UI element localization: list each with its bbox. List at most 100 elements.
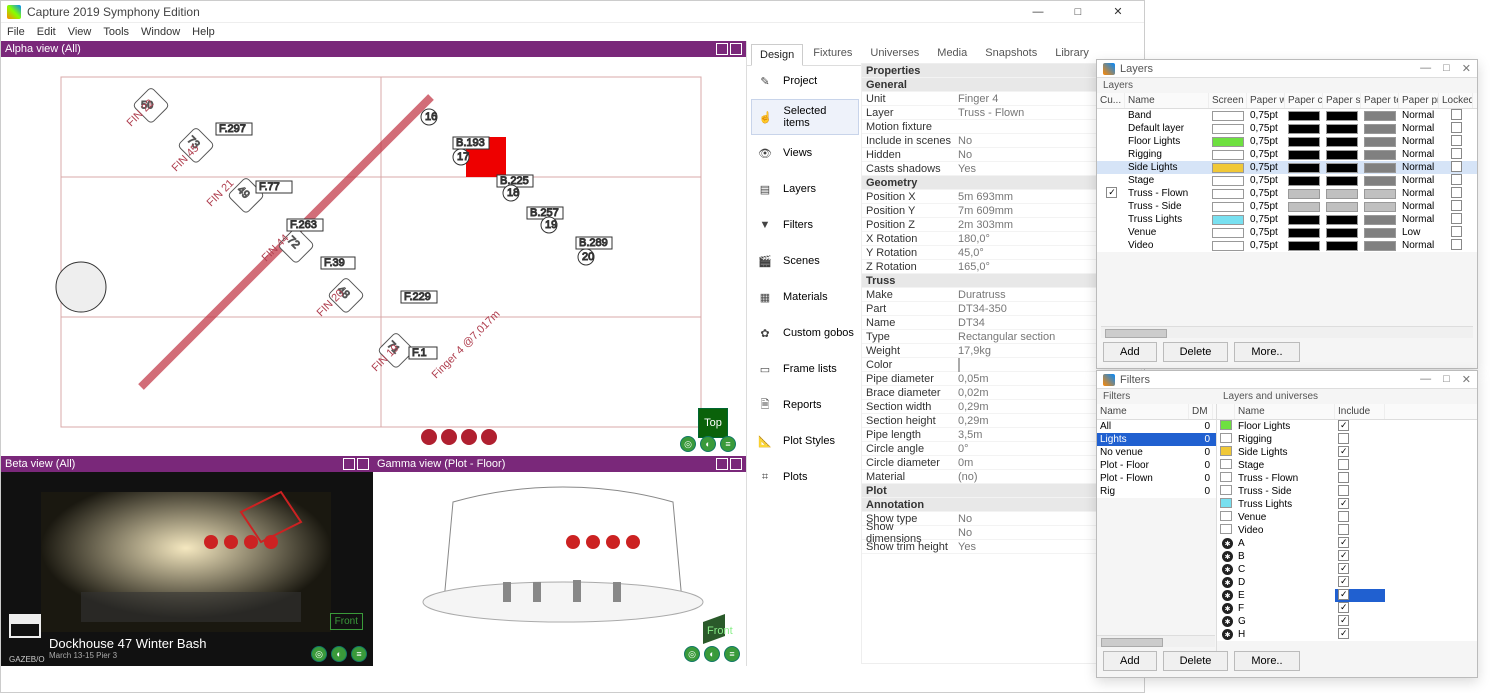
- nav-framelists[interactable]: ▭Frame lists: [751, 351, 859, 387]
- layers-col-header[interactable]: Name: [1125, 93, 1209, 108]
- filter-universe-row[interactable]: Floor Lights: [1217, 420, 1477, 433]
- paper-stroke-swatch[interactable]: [1326, 228, 1358, 238]
- tab-library[interactable]: Library: [1047, 43, 1097, 65]
- include-checkbox[interactable]: [1338, 511, 1349, 522]
- menu-file[interactable]: File: [7, 26, 25, 38]
- screen-color-swatch[interactable]: [1212, 202, 1244, 212]
- paper-color-swatch[interactable]: [1288, 189, 1320, 199]
- paper-text-swatch[interactable]: [1364, 111, 1396, 121]
- paper-color-swatch[interactable]: [1288, 228, 1320, 238]
- locked-checkbox[interactable]: [1451, 187, 1462, 198]
- layers-col-header[interactable]: Paper s...: [1323, 93, 1361, 108]
- filter-universe-row[interactable]: Side Lights: [1217, 446, 1477, 459]
- filter-universe-row[interactable]: ✱E: [1217, 589, 1477, 602]
- paper-text-swatch[interactable]: [1364, 241, 1396, 251]
- screen-color-swatch[interactable]: [1212, 189, 1244, 199]
- filter-row[interactable]: Rig0: [1097, 485, 1216, 498]
- include-checkbox[interactable]: [1338, 472, 1349, 483]
- filter-row[interactable]: No venue0: [1097, 446, 1216, 459]
- gamma-canvas[interactable]: Front ◎ ◐ ≡: [373, 472, 746, 666]
- filters-col-header[interactable]: Name: [1235, 404, 1335, 419]
- filter-row[interactable]: Plot - Flown0: [1097, 472, 1216, 485]
- view-tool-button[interactable]: ◐: [331, 646, 347, 662]
- nav-project[interactable]: ✎Project: [751, 63, 859, 99]
- layers-titlebar[interactable]: Layers —□✕: [1097, 60, 1477, 78]
- paper-text-swatch[interactable]: [1364, 189, 1396, 199]
- close-button[interactable]: ✕: [1462, 373, 1471, 386]
- view-tool-button[interactable]: ≡: [351, 646, 367, 662]
- include-checkbox[interactable]: [1338, 433, 1349, 444]
- layer-row[interactable]: Venue0,75ptLow: [1097, 226, 1477, 239]
- screen-color-swatch[interactable]: [1212, 163, 1244, 173]
- filters-col-header[interactable]: DM: [1189, 404, 1213, 419]
- nav-views[interactable]: 👁Views: [751, 135, 859, 171]
- add-button[interactable]: Add: [1103, 342, 1157, 362]
- tab-universes[interactable]: Universes: [862, 43, 927, 65]
- layer-row[interactable]: Band0,75ptNormal: [1097, 109, 1477, 122]
- filter-universe-row[interactable]: Stage: [1217, 459, 1477, 472]
- include-checkbox[interactable]: [1338, 524, 1349, 535]
- nav-plots[interactable]: ⌗Plots: [751, 459, 859, 495]
- locked-checkbox[interactable]: [1451, 200, 1462, 211]
- locked-checkbox[interactable]: [1451, 226, 1462, 237]
- paper-color-swatch[interactable]: [1288, 137, 1320, 147]
- layers-col-header[interactable]: Locked: [1439, 93, 1473, 108]
- paper-text-swatch[interactable]: [1364, 137, 1396, 147]
- filter-universe-row[interactable]: ✱C: [1217, 563, 1477, 576]
- menu-help[interactable]: Help: [192, 26, 215, 38]
- filter-universe-row[interactable]: ✱A: [1217, 537, 1477, 550]
- paper-stroke-swatch[interactable]: [1326, 150, 1358, 160]
- layer-row[interactable]: Side Lights0,75ptNormal: [1097, 161, 1477, 174]
- include-checkbox[interactable]: [1338, 589, 1349, 600]
- screen-color-swatch[interactable]: [1212, 215, 1244, 225]
- include-checkbox[interactable]: [1338, 485, 1349, 496]
- filter-universe-row[interactable]: Truss - Side: [1217, 485, 1477, 498]
- layers-col-header[interactable]: Paper pr...: [1399, 93, 1439, 108]
- maximize-button[interactable]: □: [1058, 1, 1098, 23]
- beta-canvas[interactable]: Front Dockhouse 47 Winter Bash March 13-…: [1, 472, 373, 666]
- paper-stroke-swatch[interactable]: [1326, 124, 1358, 134]
- paper-color-swatch[interactable]: [1288, 150, 1320, 160]
- paper-color-swatch[interactable]: [1288, 124, 1320, 134]
- filter-universe-row[interactable]: Venue: [1217, 511, 1477, 524]
- layers-col-header[interactable]: Paper w...: [1247, 93, 1285, 108]
- filters-titlebar[interactable]: Filters —□✕: [1097, 371, 1477, 389]
- paper-stroke-swatch[interactable]: [1326, 202, 1358, 212]
- minimize-button[interactable]: —: [1420, 62, 1431, 75]
- filter-universe-row[interactable]: Rigging: [1217, 433, 1477, 446]
- paper-color-swatch[interactable]: [1288, 176, 1320, 186]
- filters-col-header[interactable]: [1217, 404, 1235, 419]
- locked-checkbox[interactable]: [1451, 161, 1462, 172]
- view-tool-button[interactable]: ≡: [724, 646, 740, 662]
- layer-row[interactable]: Floor Lights0,75ptNormal: [1097, 135, 1477, 148]
- paper-color-swatch[interactable]: [1288, 215, 1320, 225]
- layers-col-header[interactable]: Screen c...: [1209, 93, 1247, 108]
- paper-text-swatch[interactable]: [1364, 163, 1396, 173]
- maximize-button[interactable]: □: [1443, 62, 1450, 75]
- view-tool-button[interactable]: ◐: [704, 646, 720, 662]
- paper-color-swatch[interactable]: [1288, 202, 1320, 212]
- orientation-badge[interactable]: Front: [330, 613, 363, 630]
- layers-col-header[interactable]: Cu...: [1097, 93, 1125, 108]
- layer-row[interactable]: Truss - Flown0,75ptNormal: [1097, 187, 1477, 200]
- locked-checkbox[interactable]: [1451, 213, 1462, 224]
- screen-color-swatch[interactable]: [1212, 137, 1244, 147]
- view-toggle-button[interactable]: [357, 458, 369, 470]
- paper-text-swatch[interactable]: [1364, 124, 1396, 134]
- filter-universe-row[interactable]: Video: [1217, 524, 1477, 537]
- include-checkbox[interactable]: [1338, 498, 1349, 509]
- filter-row[interactable]: All0: [1097, 420, 1216, 433]
- view-toggle-button[interactable]: [716, 458, 728, 470]
- paper-text-swatch[interactable]: [1364, 150, 1396, 160]
- nav-selected[interactable]: ☝Selected items: [751, 99, 859, 135]
- include-checkbox[interactable]: [1338, 459, 1349, 470]
- locked-checkbox[interactable]: [1451, 174, 1462, 185]
- nav-materials[interactable]: ▦Materials: [751, 279, 859, 315]
- locked-checkbox[interactable]: [1451, 122, 1462, 133]
- delete-button[interactable]: Delete: [1163, 342, 1229, 362]
- view-tool-button[interactable]: ◎: [680, 436, 696, 452]
- filter-universe-row[interactable]: ✱D: [1217, 576, 1477, 589]
- screen-color-swatch[interactable]: [1212, 228, 1244, 238]
- menu-view[interactable]: View: [68, 26, 92, 38]
- layer-row[interactable]: Stage0,75ptNormal: [1097, 174, 1477, 187]
